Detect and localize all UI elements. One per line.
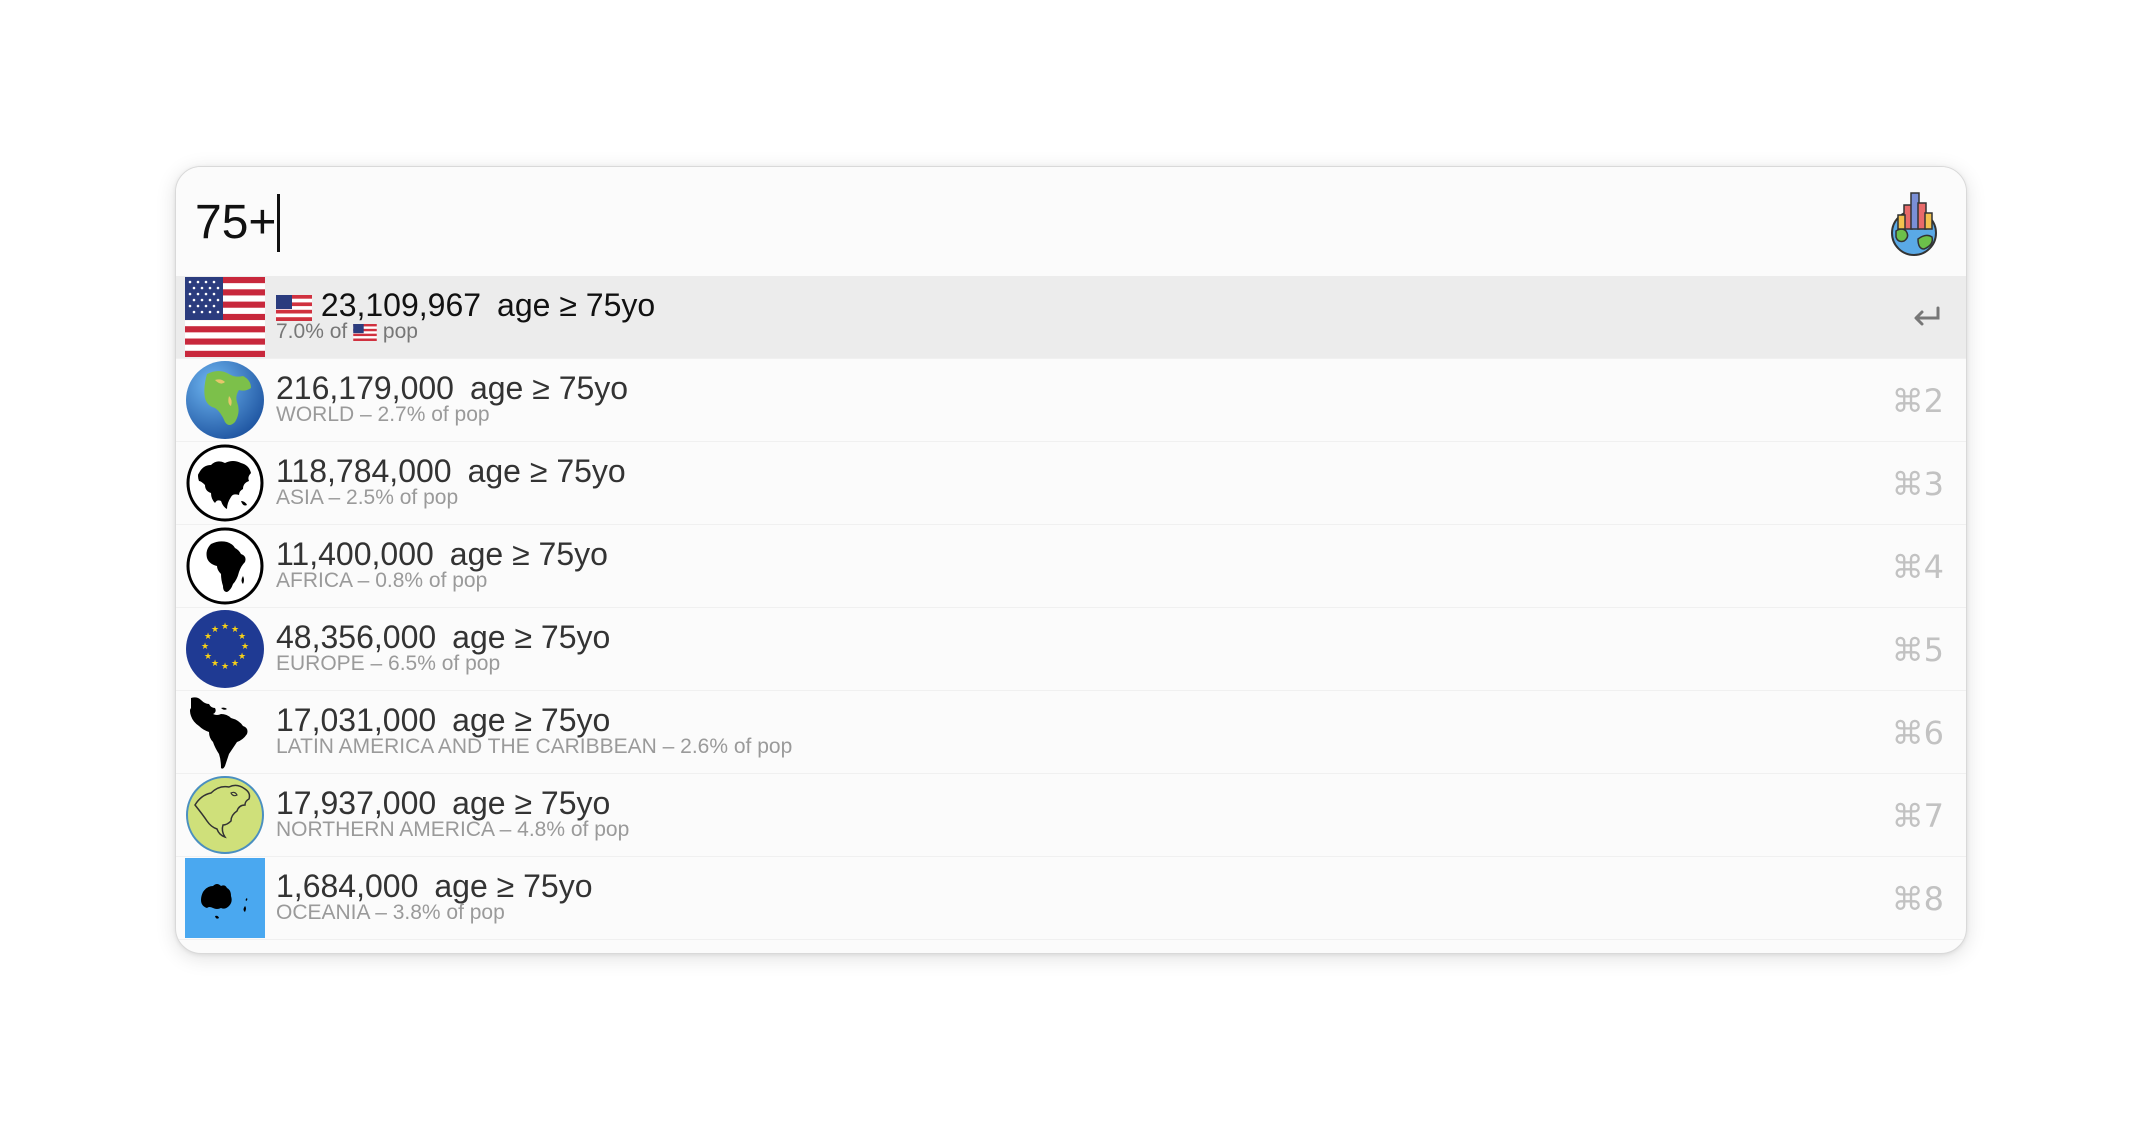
search-query[interactable]: 75+	[195, 193, 276, 253]
result-label: age ≥ 75yo	[452, 785, 611, 821]
result-label: age ≥ 75yo	[469, 370, 629, 406]
result-value: 118,784,000	[276, 453, 452, 489]
result-row-world[interactable]: 216,179,000 age ≥ 75yo WORLD – 2.7% of po…	[176, 359, 1966, 442]
result-shortcut: ⌘6	[1891, 714, 1944, 752]
result-text: 11,400,000 age ≥ 75yo AFRICA – 0.8% of po…	[276, 536, 608, 592]
result-label: age ≥ 75yo	[467, 453, 626, 489]
result-title: 216,179,000 age ≥ 75yo	[276, 370, 628, 406]
result-subtitle: WORLD – 2.7% of pop	[276, 403, 490, 426]
result-subtitle: AFRICA – 0.8% of pop	[276, 569, 488, 592]
result-subtitle: OCEANIA – 3.8% of pop	[276, 901, 505, 924]
result-subtitle: ASIA – 2.5% of pop	[276, 486, 459, 509]
result-title: 11,400,000 age ≥ 75yo	[276, 536, 608, 572]
result-row-europe[interactable]: ★ ★ ★ ★ ★ ★ ★ ★ ★ ★ ★ ★ 48,356,000 age ≥ …	[176, 608, 1966, 691]
result-row-africa[interactable]: 11,400,000 age ≥ 75yo AFRICA – 0.8% of po…	[176, 525, 1966, 608]
result-title: 23,109,967 age ≥ 75yo	[276, 287, 655, 323]
north-america-map-icon	[186, 776, 264, 854]
result-title: 17,031,000 age ≥ 75yo	[276, 702, 792, 738]
result-value: 17,031,000	[276, 702, 437, 738]
result-sub-suffix: pop	[382, 320, 418, 343]
result-row-oceania[interactable]: 1,684,000 age ≥ 75yo OCEANIA – 3.8% of po…	[176, 857, 1966, 940]
result-shortcut: ⌘8	[1891, 880, 1944, 918]
result-shortcut: ⌘2	[1891, 382, 1944, 420]
us-flag-icon	[276, 294, 312, 321]
results-list: 23,109,967 age ≥ 75yo 7.0% of pop 216,17…	[176, 276, 1966, 940]
result-title: 48,356,000 age ≥ 75yo	[276, 619, 610, 655]
result-text: 17,031,000 age ≥ 75yo LATIN AMERICA AND T…	[276, 702, 792, 758]
result-subtitle: EUROPE – 6.5% of pop	[276, 652, 501, 675]
result-row-latin-america[interactable]: 17,031,000 age ≥ 75yo LATIN AMERICA AND T…	[176, 691, 1966, 774]
us-flag-icon	[353, 323, 377, 341]
result-text: 118,784,000 age ≥ 75yo ASIA – 2.5% of pop	[276, 453, 626, 509]
result-label: age ≥ 75yo	[452, 702, 611, 738]
svg-text:★: ★	[204, 652, 212, 662]
result-value: 11,400,000	[276, 536, 434, 572]
search-input[interactable]: 75+	[195, 193, 281, 253]
search-bar: 75+	[176, 167, 1966, 276]
result-label: age ≥ 75yo	[452, 619, 611, 655]
result-value: 17,937,000	[276, 785, 437, 821]
return-key-icon	[1914, 306, 1940, 326]
result-subtitle: NORTHERN AMERICA – 4.8% of pop	[276, 818, 630, 841]
result-row-northern-america[interactable]: 17,937,000 age ≥ 75yo NORTHERN AMERICA – …	[176, 774, 1966, 857]
svg-text:★: ★	[238, 632, 246, 642]
result-title: 1,684,000 age ≥ 75yo	[276, 868, 592, 904]
text-caret	[277, 194, 281, 252]
result-text: 23,109,967 age ≥ 75yo 7.0% of pop	[276, 287, 655, 343]
us-flag-icon	[185, 277, 265, 357]
latin-america-map-icon	[190, 697, 248, 769]
result-title: 17,937,000 age ≥ 75yo	[276, 785, 629, 821]
result-text: 216,179,000 age ≥ 75yo WORLD – 2.7% of po…	[276, 370, 628, 426]
result-row-usa[interactable]: 23,109,967 age ≥ 75yo 7.0% of pop	[176, 276, 1966, 359]
result-label: age ≥ 75yo	[434, 868, 593, 904]
asia-map-icon	[186, 444, 264, 522]
result-sub-prefix: 7.0% of	[276, 320, 348, 343]
svg-text:★: ★	[231, 659, 239, 669]
result-shortcut: ⌘4	[1891, 548, 1944, 586]
svg-text:★: ★	[241, 642, 249, 652]
eu-flag-icon: ★ ★ ★ ★ ★ ★ ★ ★ ★ ★ ★ ★	[186, 610, 264, 688]
app-logo-icon	[1891, 192, 1937, 256]
result-value: 23,109,967	[320, 287, 482, 323]
result-subtitle: 7.0% of pop	[276, 321, 655, 343]
result-value: 1,684,000	[276, 868, 419, 904]
launcher-window: 75+ 23,109,967 age ≥ 75yo 7.0% of pop 21…	[175, 166, 1967, 954]
svg-text:★: ★	[221, 662, 229, 672]
svg-text:★: ★	[211, 659, 219, 669]
oceania-map-icon	[185, 858, 265, 938]
result-subtitle: LATIN AMERICA AND THE CARIBBEAN – 2.6% o…	[276, 735, 793, 758]
result-value: 216,179,000	[276, 370, 454, 406]
globe-icon	[186, 361, 264, 439]
svg-text:★: ★	[211, 625, 219, 635]
result-text: 17,937,000 age ≥ 75yo NORTHERN AMERICA – …	[276, 785, 629, 841]
result-shortcut: ⌘7	[1891, 797, 1944, 835]
result-text: 1,684,000 age ≥ 75yo OCEANIA – 3.8% of po…	[276, 868, 592, 924]
result-shortcut: ⌘5	[1891, 631, 1944, 669]
svg-text:★: ★	[238, 652, 246, 662]
result-label: age ≥ 75yo	[449, 536, 608, 572]
result-text: 48,356,000 age ≥ 75yo EUROPE – 6.5% of po…	[276, 619, 610, 675]
result-row-asia[interactable]: 118,784,000 age ≥ 75yo ASIA – 2.5% of pop…	[176, 442, 1966, 525]
africa-map-icon	[186, 527, 264, 605]
result-shortcut: ⌘3	[1891, 465, 1944, 503]
svg-text:★: ★	[201, 642, 209, 652]
result-title: 118,784,000 age ≥ 75yo	[276, 453, 626, 489]
result-label: age ≥ 75yo	[497, 287, 656, 323]
result-value: 48,356,000	[276, 619, 437, 655]
svg-text:★: ★	[221, 622, 229, 632]
